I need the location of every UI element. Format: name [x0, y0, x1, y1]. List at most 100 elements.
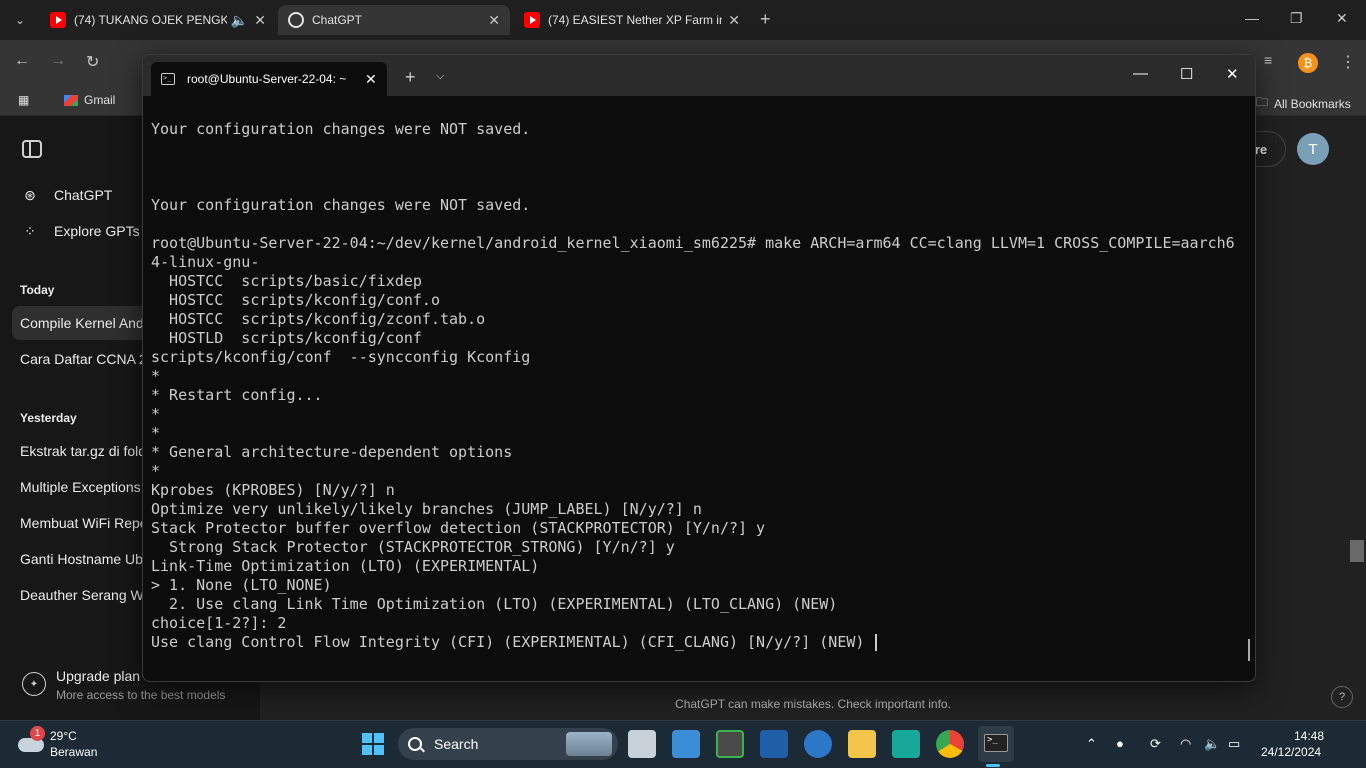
terminal-line: Link-Time Optimization (LTO) (EXPERIMENT… [151, 557, 540, 575]
terminal-line: Use clang Control Flow Integrity (CFI) (… [151, 633, 1241, 652]
restore-icon[interactable]: ❐ [1290, 10, 1303, 27]
chat-history-item[interactable]: Ekstrak tar.gz di folder [20, 443, 145, 459]
task-view-icon[interactable] [628, 730, 656, 758]
weather-description[interactable]: Berawan [50, 745, 97, 759]
browser-tab-title: (74) TUKANG OJEK PENGKOLAN [74, 13, 227, 27]
avatar[interactable]: T [1297, 133, 1329, 165]
forward-icon[interactable]: → [50, 52, 66, 70]
text-cursor [875, 634, 878, 651]
close-window-icon[interactable]: ✕ [1226, 65, 1239, 83]
browser-tab-youtube-1[interactable]: (74) TUKANG OJEK PENGKOLAN 🔈 ✕ [40, 5, 276, 35]
chat-history-item[interactable]: Ganti Hostname Ubuntu [20, 551, 145, 567]
close-icon[interactable]: ✕ [728, 12, 740, 29]
terminal-line: Your configuration changes were NOT save… [151, 120, 531, 138]
chat-history-item[interactable]: Deauther Serang WiFi [20, 587, 145, 603]
search-label: Search [434, 736, 479, 752]
volume-icon[interactable]: 🔈 [1204, 736, 1220, 752]
terminal-line: Optimize very unlikely/likely branches (… [151, 500, 702, 518]
minimize-icon[interactable]: — [1133, 65, 1148, 82]
tab-search-chevron-icon[interactable]: ⌄ [8, 8, 32, 32]
chat-history-item[interactable]: Membuat WiFi Repeater [20, 515, 145, 531]
network-alert-icon[interactable]: ● [1116, 736, 1124, 751]
new-tab-button[interactable]: + [760, 9, 771, 30]
close-window-icon[interactable]: ✕ [1336, 10, 1348, 27]
sidebar-item-explore-gpts[interactable]: ⁘ Explore GPTs [20, 221, 140, 241]
terminal-taskbar-button[interactable]: >_ [978, 726, 1014, 762]
sidebar-toggle-icon[interactable] [22, 140, 42, 158]
search-icon [408, 737, 422, 751]
chevron-up-icon[interactable]: ⌃ [1086, 736, 1097, 752]
close-icon[interactable]: ✕ [365, 71, 377, 88]
terminal-tab-title: root@Ubuntu-Server-22-04: ~ [187, 72, 347, 86]
terminal-tab[interactable]: >_ root@Ubuntu-Server-22-04: ~ ✕ [151, 62, 387, 96]
maximize-icon[interactable]: ☐ [1180, 65, 1193, 83]
speaker-icon[interactable]: 🔈 [231, 12, 248, 29]
terminal-scrollbar[interactable] [1248, 639, 1250, 661]
section-yesterday: Yesterday [20, 411, 77, 425]
terminal-line: scripts/kconfig/conf --syncconfig Kconfi… [151, 348, 531, 366]
weather-temperature[interactable]: 29°C [50, 729, 77, 743]
chat-history-item[interactable]: Multiple Exceptions [20, 479, 145, 495]
browser-tab-chatgpt[interactable]: ChatGPT ✕ [278, 5, 510, 35]
bitcoin-extension-icon[interactable]: ₿ [1298, 53, 1318, 73]
terminal-titlebar: >_ root@Ubuntu-Server-22-04: ~ ✕ + ⌵ — ☐… [143, 55, 1255, 96]
browser-tab-youtube-2[interactable]: (74) EASIEST Nether XP Farm in ✕ [514, 5, 750, 35]
help-button[interactable]: ? [1331, 686, 1353, 708]
clock-time[interactable]: 14:48 [1294, 729, 1324, 743]
back-icon[interactable]: ← [14, 52, 30, 70]
bookmark-gmail[interactable]: Gmail [64, 93, 115, 107]
sync-icon[interactable]: ⟳ [1150, 736, 1161, 752]
chatgpt-icon: ⊛ [24, 186, 36, 203]
sidebar-item-label: Explore GPTs [54, 223, 140, 239]
bookmark-gmail-label: Gmail [84, 93, 116, 107]
chat-history-item[interactable]: Cara Daftar CCNA 2 [20, 351, 145, 367]
notification-badge: 1 [30, 726, 45, 741]
minimize-icon[interactable]: — [1245, 10, 1259, 26]
sidebar-item-chatgpt[interactable]: ⊛ ChatGPT [20, 185, 112, 205]
grid-icon: ⁘ [24, 222, 36, 239]
thunder-app-icon[interactable] [892, 730, 920, 758]
reading-list-icon[interactable]: ≡ [1264, 52, 1272, 68]
page-scrollbar-thumb[interactable] [1350, 540, 1364, 562]
terminal-line: * Restart config... [151, 386, 323, 404]
browser-tab-title: (74) EASIEST Nether XP Farm in [548, 13, 723, 27]
wifi-icon[interactable]: ◠ [1180, 736, 1191, 752]
reload-icon[interactable]: ↻ [86, 52, 99, 72]
battery-icon[interactable]: ▭ [1228, 736, 1240, 752]
monitor-app-icon[interactable] [672, 730, 700, 758]
apps-grid-icon[interactable]: ▦ [18, 93, 29, 107]
terminal-line: HOSTCC scripts/kconfig/conf.o [151, 291, 440, 309]
upgrade-icon[interactable]: ✦ [22, 672, 46, 696]
remote-app-icon[interactable] [716, 730, 744, 758]
terminal-line: * [151, 424, 161, 442]
terminal-icon: >_ [984, 734, 1008, 752]
clock-date[interactable]: 24/12/2024 [1261, 745, 1321, 759]
upgrade-plan-subtitle: More access to the best models [56, 688, 226, 702]
terminal-line: 2. Use clang Link Time Optimization (LTO… [151, 595, 838, 613]
terminal-line: choice[1-2?]: 2 [151, 614, 287, 632]
browser-tab-title: ChatGPT [312, 13, 363, 27]
terminal-output[interactable]: Your configuration changes were NOT save… [151, 101, 1241, 677]
terminal-new-tab-button[interactable]: + [405, 67, 416, 88]
terminal-line: HOSTLD scripts/kconfig/conf [151, 329, 422, 347]
terminal-line: HOSTCC scripts/kconfig/zconf.tab.o [151, 310, 486, 328]
file-explorer-icon[interactable] [848, 730, 876, 758]
terminal-line: HOSTCC scripts/basic/fixdep [151, 272, 422, 290]
gmail-icon [64, 94, 78, 106]
upgrade-plan-title[interactable]: Upgrade plan [56, 668, 140, 684]
windows-start-icon[interactable] [362, 733, 384, 755]
terminal-line: root@Ubuntu-Server-22-04:~/dev/kernel/an… [151, 234, 1235, 252]
chevron-down-icon[interactable]: ⌵ [436, 70, 444, 83]
virtualbox-icon[interactable] [760, 730, 788, 758]
all-bookmarks[interactable]: 🗀 All Bookmarks [1256, 93, 1351, 114]
edge-icon[interactable] [804, 730, 832, 758]
close-icon[interactable]: ✕ [488, 12, 500, 29]
chrome-icon[interactable] [936, 730, 964, 758]
menu-dots-icon[interactable]: ⋮ [1340, 52, 1356, 72]
terminal-line: Kprobes (KPROBES) [N/y/?] n [151, 481, 395, 499]
close-icon[interactable]: ✕ [254, 12, 266, 29]
all-bookmarks-label: All Bookmarks [1274, 96, 1351, 111]
